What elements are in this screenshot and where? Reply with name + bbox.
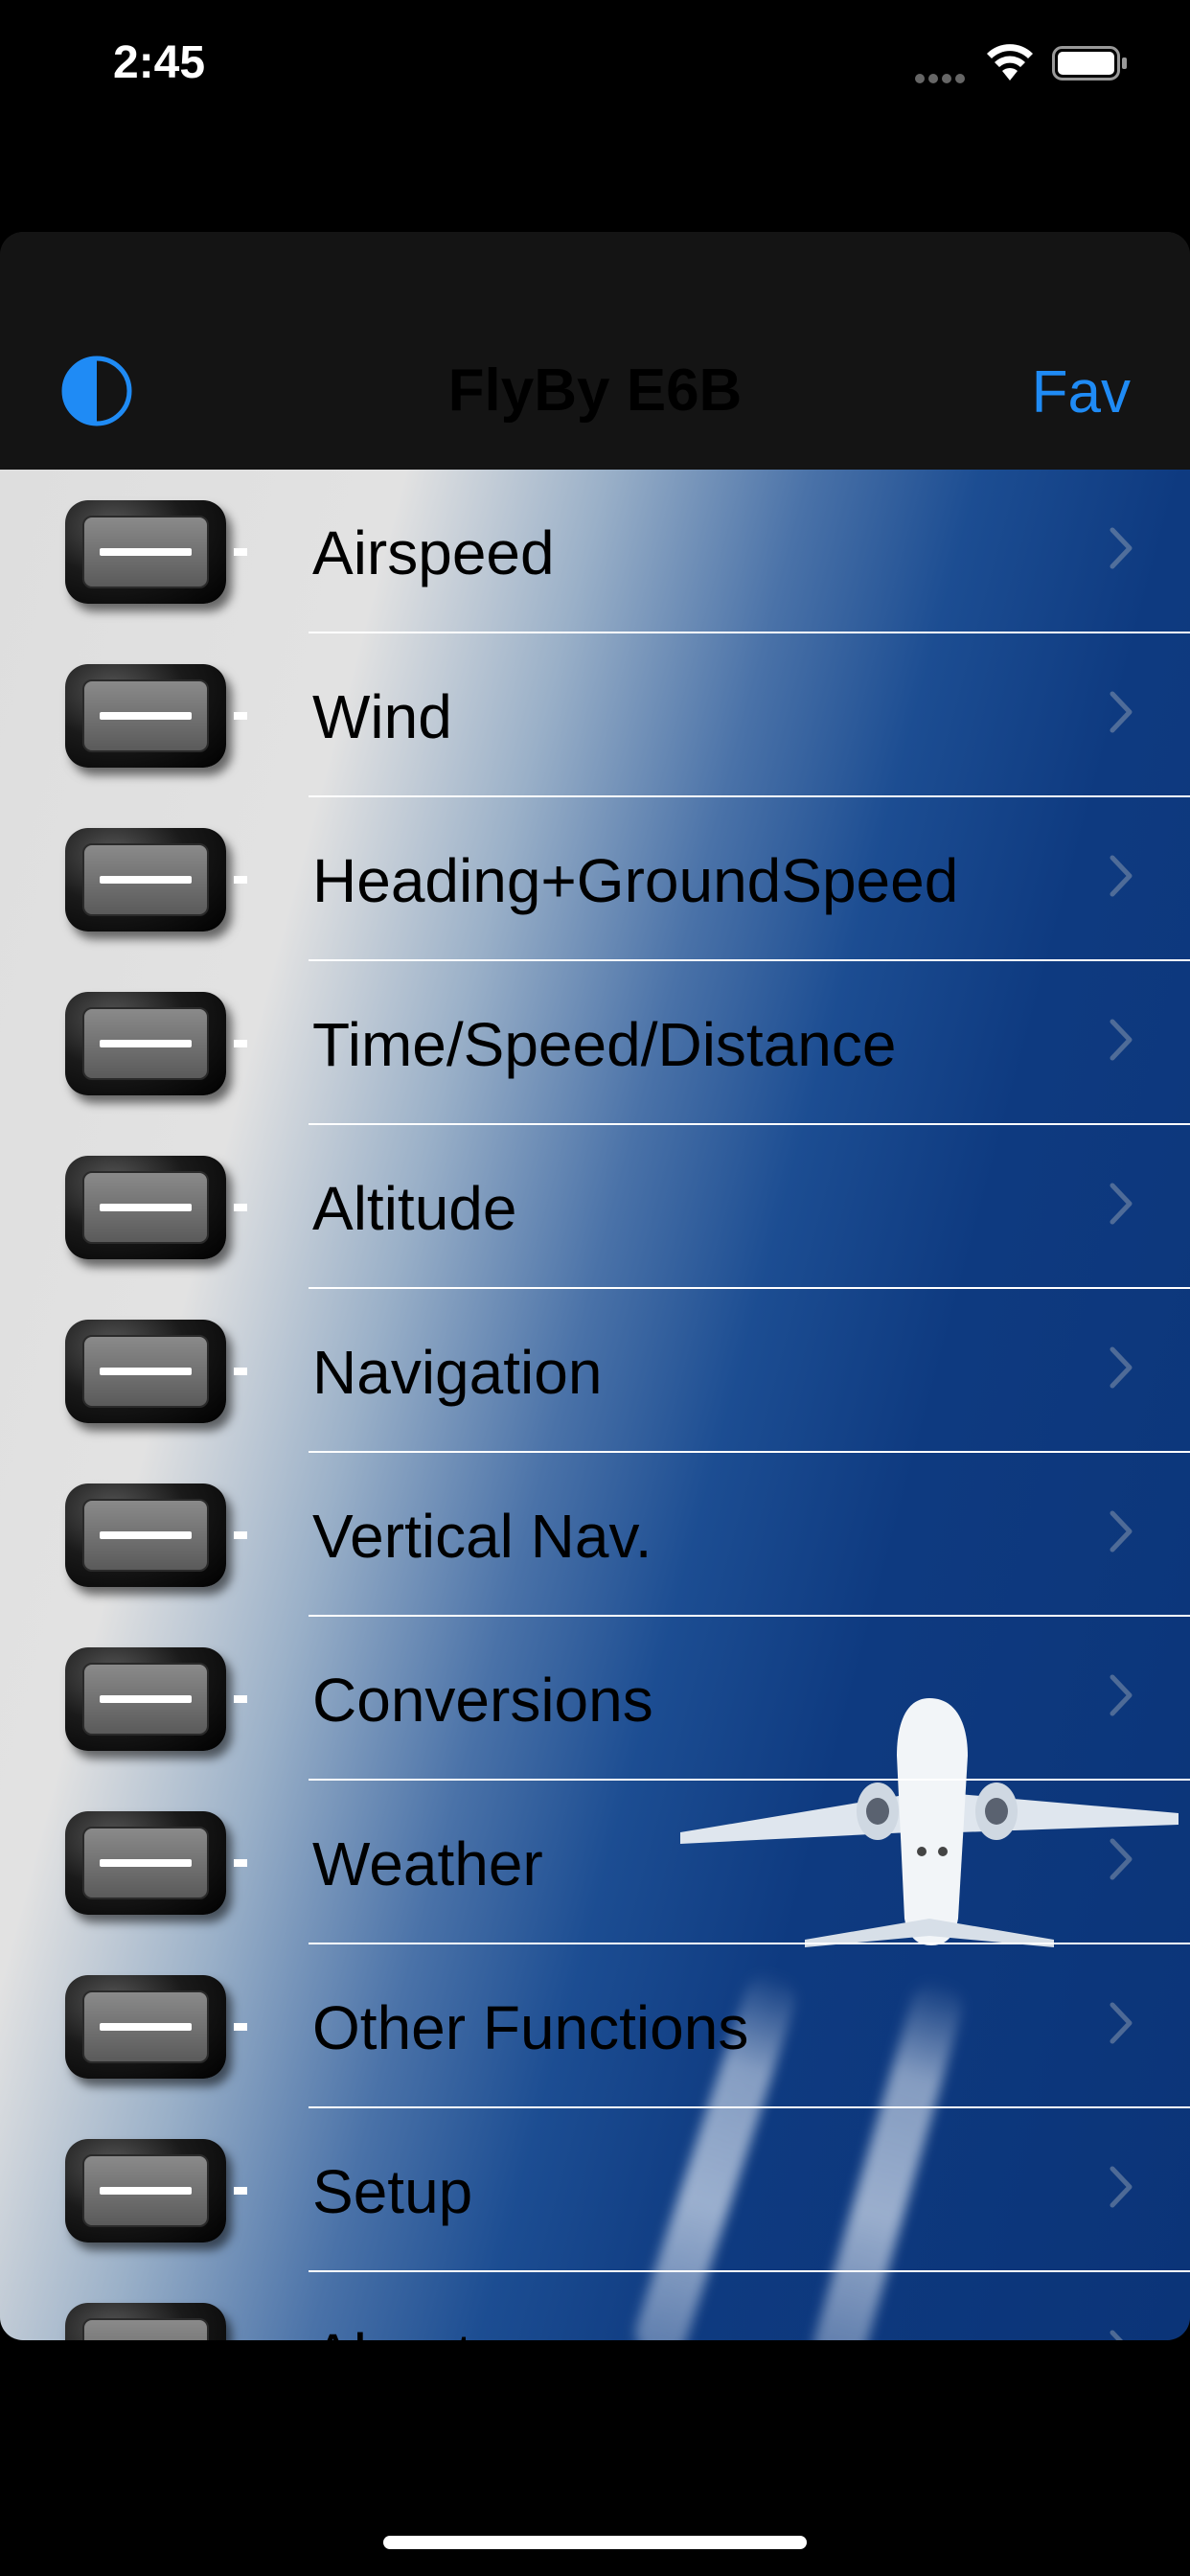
menu-item-label: Setup	[312, 2157, 473, 2226]
chevron-right-icon	[1110, 2330, 1124, 2340]
toggle-switch-icon	[65, 2139, 247, 2242]
status-bar: 2:45	[0, 0, 1190, 134]
menu-item-about[interactable]: About	[0, 2272, 1190, 2340]
chevron-right-icon	[1110, 691, 1133, 733]
toggle-switch-icon	[65, 500, 247, 604]
chevron-right-icon	[1110, 1019, 1133, 1061]
toggle-switch-icon	[65, 1647, 247, 1751]
toggle-switch-icon	[65, 828, 247, 932]
menu-item-conversions[interactable]: Conversions	[0, 1617, 1190, 1781]
menu-list[interactable]: Airspeed Wind Heading+GroundSpeed Time/S…	[0, 470, 1190, 2340]
menu-item-label: Other Functions	[312, 1993, 749, 2062]
menu-item-label: Heading+GroundSpeed	[312, 846, 959, 915]
chevron-right-icon	[1110, 1838, 1133, 1880]
status-time: 2:45	[113, 37, 206, 88]
menu-item-label: Airspeed	[312, 518, 555, 587]
fav-button[interactable]: Fav	[1032, 358, 1131, 426]
chevron-right-icon	[1110, 1183, 1133, 1225]
app-screen: 2:45 FlyBy E6B Fav Airspeed Wind Heading…	[0, 0, 1190, 2576]
toggle-switch-icon	[65, 1975, 247, 2079]
menu-item-label: Weather	[312, 1829, 543, 1898]
toggle-switch-icon	[65, 1320, 247, 1423]
toggle-switch-icon	[65, 992, 247, 1095]
chevron-right-icon	[1110, 1510, 1133, 1552]
battery-icon	[1052, 46, 1127, 80]
menu-item-vertical-nav[interactable]: Vertical Nav.	[0, 1453, 1190, 1617]
menu-item-weather[interactable]: Weather	[0, 1781, 1190, 1944]
menu-item-setup[interactable]: Setup	[0, 2108, 1190, 2272]
toggle-switch-icon	[65, 1811, 247, 1915]
cellular-signal-icon	[915, 71, 969, 88]
menu-item-heading-groundspeed[interactable]: Heading+GroundSpeed	[0, 797, 1190, 961]
navigation-bar: FlyBy E6B Fav	[0, 232, 1190, 470]
chevron-right-icon	[1110, 2002, 1133, 2044]
toggle-switch-icon	[65, 1156, 247, 1259]
menu-item-label: Conversions	[312, 1666, 653, 1735]
chevron-right-icon	[1110, 1674, 1133, 1716]
chevron-right-icon	[1110, 855, 1133, 897]
menu-item-label: About	[312, 2320, 472, 2340]
wifi-icon	[987, 44, 1033, 80]
menu-item-time-speed-distance[interactable]: Time/Speed/Distance	[0, 961, 1190, 1125]
chevron-right-icon	[1110, 1346, 1133, 1389]
menu-item-altitude[interactable]: Altitude	[0, 1125, 1190, 1289]
toggle-switch-icon	[65, 2303, 226, 2340]
menu-item-other-functions[interactable]: Other Functions	[0, 1944, 1190, 2108]
toggle-switch-icon	[65, 664, 247, 768]
menu-item-wind[interactable]: Wind	[0, 633, 1190, 797]
menu-item-airspeed[interactable]: Airspeed	[0, 470, 1190, 633]
menu-item-navigation[interactable]: Navigation	[0, 1289, 1190, 1453]
chevron-right-icon	[1110, 527, 1133, 569]
menu-item-label: Wind	[312, 682, 452, 751]
home-indicator[interactable]	[383, 2536, 807, 2549]
menu-item-label: Time/Speed/Distance	[312, 1010, 897, 1079]
menu-item-label: Vertical Nav.	[312, 1502, 652, 1571]
page-title: FlyBy E6B	[447, 357, 743, 424]
menu-item-label: Navigation	[312, 1338, 603, 1407]
modal-sheet: FlyBy E6B Fav Airspeed Wind Heading+Grou…	[0, 232, 1190, 2340]
toggle-switch-icon	[65, 1484, 247, 1587]
menu-item-label: Altitude	[312, 1174, 517, 1243]
chevron-right-icon	[1110, 2166, 1133, 2208]
